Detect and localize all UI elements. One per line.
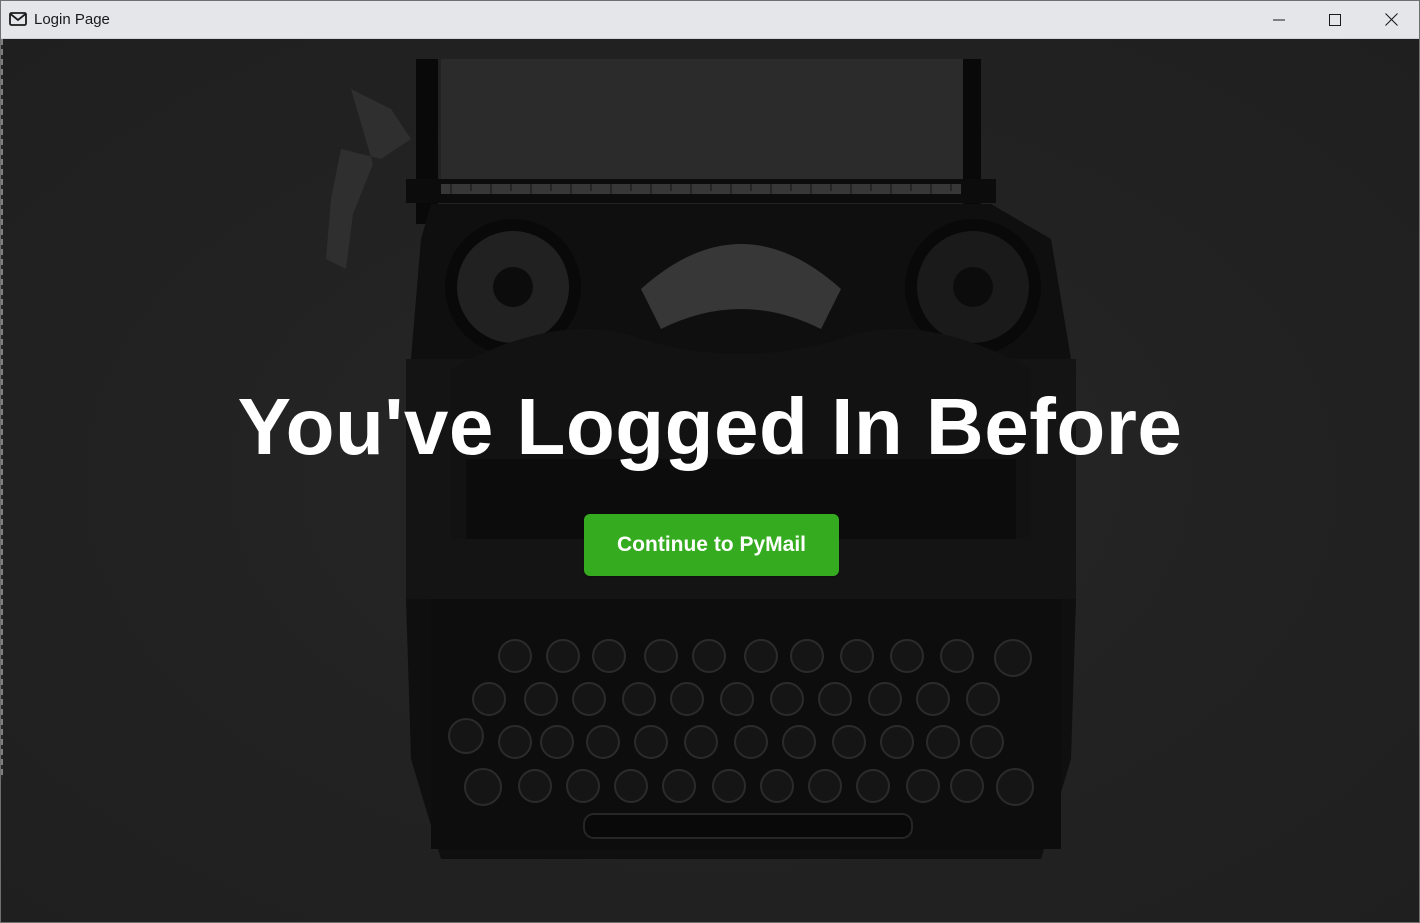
- close-icon: [1384, 13, 1398, 26]
- typewriter-background-image: [1, 39, 1419, 922]
- maximize-button[interactable]: [1307, 1, 1363, 38]
- login-content: You've Logged In Before Continue to PyMa…: [1, 39, 1419, 922]
- title-bar[interactable]: Login Page: [1, 1, 1419, 39]
- continue-to-pymail-button[interactable]: Continue to PyMail: [584, 514, 839, 576]
- close-button[interactable]: [1363, 1, 1419, 38]
- page-heading: You've Logged In Before: [237, 382, 1183, 471]
- minimize-button[interactable]: [1251, 1, 1307, 38]
- maximize-icon: [1329, 13, 1341, 26]
- window-title: Login Page: [34, 11, 110, 28]
- minimize-icon: [1273, 19, 1285, 20]
- mail-icon: [9, 12, 27, 26]
- app-window: Login Page You've Logged In Before Conti…: [0, 0, 1420, 923]
- window-edge-strip: [1, 39, 3, 779]
